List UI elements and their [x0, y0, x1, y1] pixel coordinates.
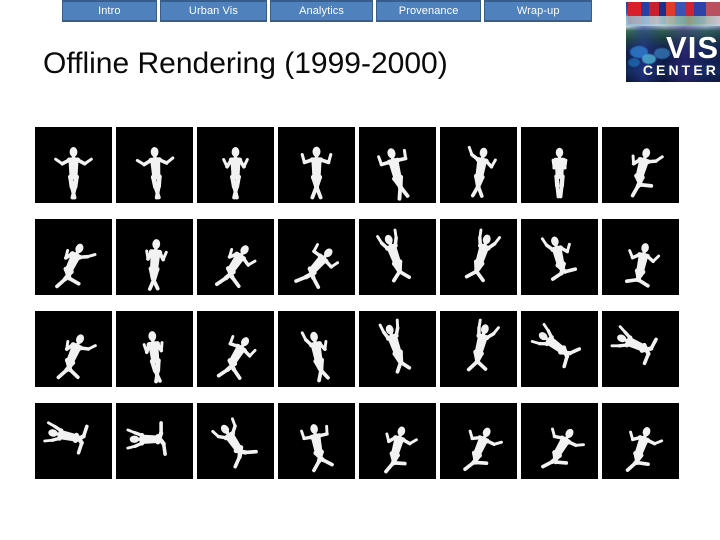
figure-aerial-dive-arms-back: [35, 403, 112, 479]
render-frame: [521, 127, 598, 203]
figure-airborne-tuck-high: [602, 311, 679, 387]
figure-standing-profile-walk: [116, 219, 193, 295]
figure-reach-up-high: [359, 311, 436, 387]
render-frame: [359, 311, 436, 387]
render-frame: [197, 403, 274, 479]
figure-arms-out-side-kick: [278, 219, 355, 295]
figure-jump-leg-tuck: [521, 219, 598, 295]
tab-analytics[interactable]: Analytics: [270, 0, 373, 22]
tab-provenance-label: Provenance: [398, 4, 459, 17]
tab-intro-label: Intro: [98, 4, 121, 17]
figure-arm-forward-step: [440, 127, 517, 203]
figure-jump-arms-up: [359, 219, 436, 295]
tab-urban-vis-label: Urban Vis: [188, 4, 238, 17]
figure-arm-raised-lean: [278, 311, 355, 387]
render-frame: [602, 403, 679, 479]
render-frame: [521, 403, 598, 479]
figure-reach-up-twist: [440, 311, 517, 387]
tab-wrap-up[interactable]: Wrap-up: [484, 0, 592, 22]
render-frame: [278, 311, 355, 387]
render-frame: [278, 127, 355, 203]
figure-narrow-standing-profile: [523, 129, 597, 202]
render-frame: [197, 127, 274, 203]
logo-wordmark: VIS: [666, 30, 719, 65]
figure-leg-forward-lean: [35, 219, 112, 295]
figure-arms-out-legs-apart: [278, 127, 355, 203]
figure-arms-wide-leg-cross: [278, 403, 355, 479]
figure-standing-hands-on-hips: [116, 127, 193, 203]
render-frame: [278, 403, 355, 479]
vis-center-logo: VIS CENTER: [626, 2, 720, 82]
render-frame: [521, 219, 598, 295]
tab-intro[interactable]: Intro: [62, 0, 157, 22]
tab-analytics-label: Analytics: [299, 4, 344, 17]
render-frame: [35, 219, 112, 295]
render-frame: [359, 403, 436, 479]
tab-wrap-up-label: Wrap-up: [516, 4, 560, 17]
render-frame: [35, 403, 112, 479]
figure-knee-up-profile: [359, 403, 436, 479]
figure-standing-hands-on-hips: [35, 127, 112, 203]
tab-provenance[interactable]: Provenance: [375, 0, 482, 22]
figure-jump-arms-up-twist: [440, 219, 517, 295]
figure-leg-extended-low-kick: [197, 219, 274, 295]
render-frame: [602, 127, 679, 203]
render-frame: [359, 127, 436, 203]
logo-subtext: CENTER: [642, 62, 719, 78]
render-frame: [359, 219, 436, 295]
figure-airborne-spread: [521, 311, 598, 387]
nav-tab-strip: Intro Urban Vis Analytics Provenance Wrap-up: [62, 0, 592, 22]
figure-knee-up-arm-across: [440, 403, 517, 479]
figure-landing-crouch: [602, 219, 679, 295]
render-frame: [116, 311, 193, 387]
render-frame: [440, 403, 517, 479]
render-frame: [602, 311, 679, 387]
render-frame: [116, 127, 193, 203]
render-frame: [278, 219, 355, 295]
render-frame: [35, 311, 112, 387]
figure-twist-knee-lift: [602, 403, 679, 479]
render-frame: [521, 311, 598, 387]
figure-arms-low-spread: [197, 127, 274, 203]
page-title: Offline Rendering (1999-2000): [43, 47, 448, 80]
tab-urban-vis[interactable]: Urban Vis: [159, 0, 268, 22]
render-frame: [440, 311, 517, 387]
render-frame: [602, 219, 679, 295]
render-frame: [197, 219, 274, 295]
figure-leg-raised-side: [602, 127, 679, 203]
logo-stripe: [626, 16, 720, 26]
figure-arm-across-knee-lift: [521, 403, 598, 479]
figure-lean-forward-stride: [35, 311, 112, 387]
render-frame-grid: [35, 127, 684, 479]
figure-arms-out-side-stretch: [197, 311, 274, 387]
render-frame: [440, 127, 517, 203]
figure-aerial-split-leap: [116, 403, 193, 479]
render-frame: [116, 403, 193, 479]
figure-standing-turn: [116, 311, 193, 387]
figure-arms-wide-t-pose: [359, 127, 436, 203]
render-frame: [440, 219, 517, 295]
render-frame: [197, 311, 274, 387]
figure-star-leap: [197, 403, 274, 479]
render-frame: [116, 219, 193, 295]
render-frame: [35, 127, 112, 203]
